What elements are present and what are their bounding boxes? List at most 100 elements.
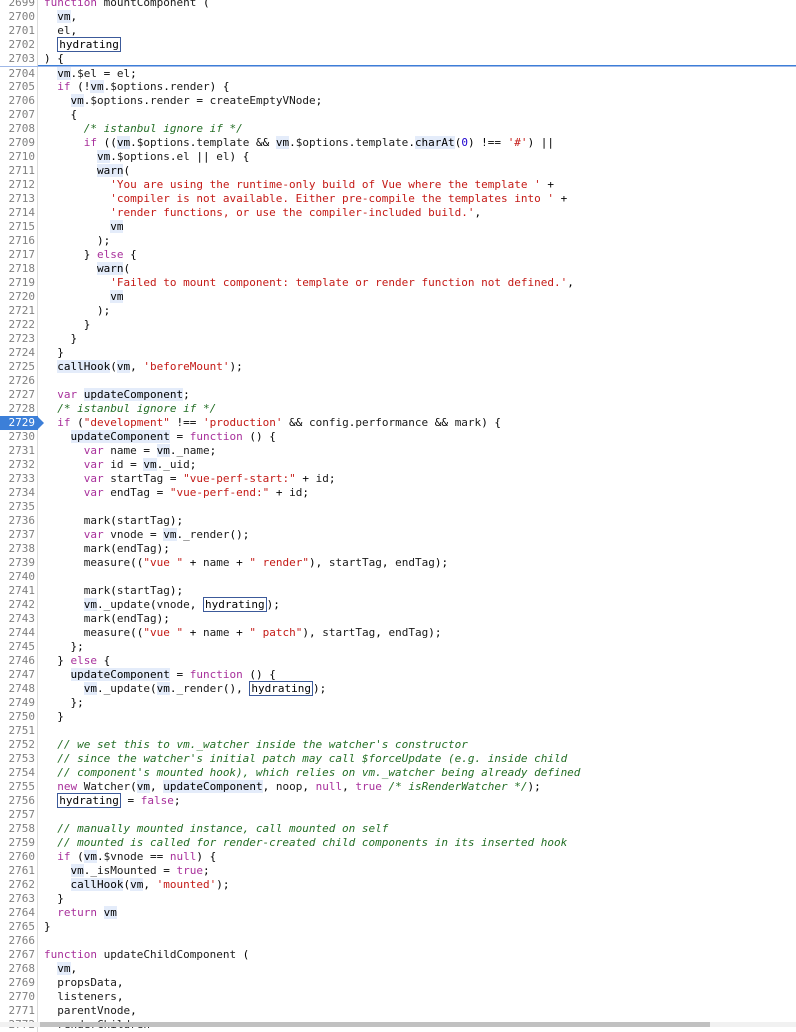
code-line[interactable]: 2758 // manually mounted instance, call … (0, 822, 796, 836)
line-number[interactable]: 2707 (0, 108, 38, 122)
code-line[interactable]: 2737 var vnode = vm._render(); (0, 528, 796, 542)
code-line[interactable]: 2712 'You are using the runtime-only bui… (0, 178, 796, 192)
line-number[interactable]: 2735 (0, 500, 38, 514)
code-editor[interactable]: 2699 function mountComponent (2700 vm, 270… (0, 0, 796, 1032)
code-line[interactable]: 2700 vm, (0, 10, 796, 24)
line-number[interactable]: 2738 (0, 542, 38, 556)
code-line[interactable]: 2728 /* istanbul ignore if */ (0, 402, 796, 416)
line-number[interactable]: 2751 (0, 724, 38, 738)
line-number[interactable]: 2743 (0, 612, 38, 626)
code-line[interactable]: 2763 } (0, 892, 796, 906)
line-number[interactable]: 2741 (0, 584, 38, 598)
code-line[interactable]: 2703) { (0, 52, 796, 66)
code-line[interactable]: 2730 updateComponent = function () { (0, 430, 796, 444)
code-line[interactable]: 2754 // component's mounted hook), which… (0, 766, 796, 780)
code-line[interactable]: 2759 // mounted is called for render-cre… (0, 836, 796, 850)
line-number[interactable]: 2753 (0, 752, 38, 766)
code-line[interactable]: 2769 propsData, (0, 976, 796, 990)
code-line[interactable]: 2740 (0, 570, 796, 584)
line-number[interactable]: 2718 (0, 262, 38, 276)
code-line[interactable]: 2752 // we set this to vm._watcher insid… (0, 738, 796, 752)
code-line[interactable]: 2735 (0, 500, 796, 514)
code-line[interactable]: 2764 return vm (0, 906, 796, 920)
line-number[interactable]: 2702 (0, 38, 38, 52)
line-number[interactable]: 2704 (0, 67, 38, 81)
line-number[interactable]: 2699 (0, 0, 38, 10)
breakpoint-line-number[interactable]: 2729 (0, 416, 44, 430)
code-line[interactable]: 2768 vm, (0, 962, 796, 976)
line-number[interactable]: 2759 (0, 836, 38, 850)
code-line[interactable]: 2722 } (0, 318, 796, 332)
scrollbar-thumb[interactable] (40, 1022, 710, 1027)
line-number[interactable]: 2736 (0, 514, 38, 528)
code-line[interactable]: 2711 warn( (0, 164, 796, 178)
code-line[interactable]: 2723 } (0, 332, 796, 346)
line-number[interactable]: 2724 (0, 346, 38, 360)
line-number[interactable]: 2770 (0, 990, 38, 1004)
code-line[interactable]: 2699 function mountComponent ( (0, 0, 796, 10)
line-number[interactable]: 2744 (0, 626, 38, 640)
line-number[interactable]: 2723 (0, 332, 38, 346)
code-line[interactable]: 2738 mark(endTag); (0, 542, 796, 556)
code-line[interactable]: 2756 hydrating = false; (0, 793, 796, 808)
code-line[interactable]: 2729 if ("development" !== 'production' … (0, 416, 796, 430)
code-line[interactable]: 2714 'render functions, or use the compi… (0, 206, 796, 220)
line-number[interactable]: 2709 (0, 136, 38, 150)
code-line[interactable]: 2766 (0, 934, 796, 948)
line-number[interactable]: 2716 (0, 234, 38, 248)
code-line[interactable]: 2715 vm (0, 220, 796, 234)
line-number[interactable]: 2750 (0, 710, 38, 724)
code-line[interactable]: 2726 (0, 374, 796, 388)
code-line[interactable]: 2767 function updateChildComponent ( (0, 948, 796, 962)
code-line[interactable]: 2717 } else { (0, 248, 796, 262)
code-line[interactable]: 2708 /* istanbul ignore if */ (0, 122, 796, 136)
line-number[interactable]: 2715 (0, 220, 38, 234)
code-line[interactable]: 2742 vm._update(vnode, hydrating); (0, 597, 796, 612)
code-line[interactable]: 2721 ); (0, 304, 796, 318)
code-line[interactable]: 2713 'compiler is not available. Either … (0, 192, 796, 206)
line-number[interactable]: 2734 (0, 486, 38, 500)
code-line[interactable]: 2734 var endTag = "vue-perf-end:" + id; (0, 486, 796, 500)
line-number[interactable]: 2764 (0, 906, 38, 920)
line-number[interactable]: 2754 (0, 766, 38, 780)
line-number[interactable]: 2732 (0, 458, 38, 472)
code-line[interactable]: 2770 listeners, (0, 990, 796, 1004)
line-number[interactable]: 2745 (0, 640, 38, 654)
line-number[interactable]: 2727 (0, 388, 38, 402)
code-line[interactable]: 2765} (0, 920, 796, 934)
code-line[interactable]: 2707 { (0, 108, 796, 122)
code-line[interactable]: 2727 var updateComponent; (0, 388, 796, 402)
line-number[interactable]: 2726 (0, 374, 38, 388)
code-line[interactable]: 2706 vm.$options.render = createEmptyVNo… (0, 94, 796, 108)
code-line[interactable]: 2733 var startTag = "vue-perf-start:" + … (0, 472, 796, 486)
code-line[interactable]: 2762 callHook(vm, 'mounted'); (0, 878, 796, 892)
line-number[interactable]: 2747 (0, 668, 38, 682)
line-number[interactable]: 2761 (0, 864, 38, 878)
code-line[interactable]: 2718 warn( (0, 262, 796, 276)
code-line[interactable]: 2741 mark(startTag); (0, 584, 796, 598)
line-number[interactable]: 2737 (0, 528, 38, 542)
line-number[interactable]: 2708 (0, 122, 38, 136)
code-line[interactable]: 2731 var name = vm._name; (0, 444, 796, 458)
code-line[interactable]: 2743 mark(endTag); (0, 612, 796, 626)
code-line[interactable]: 2761 vm._isMounted = true; (0, 864, 796, 878)
line-number[interactable]: 2712 (0, 178, 38, 192)
line-number[interactable]: 2705 (0, 80, 38, 94)
code-line[interactable]: 2771 parentVnode, (0, 1004, 796, 1018)
line-number[interactable]: 2710 (0, 150, 38, 164)
line-number[interactable]: 2733 (0, 472, 38, 486)
code-line[interactable]: 2710 vm.$options.el || el) { (0, 150, 796, 164)
line-number[interactable]: 2730 (0, 430, 38, 444)
horizontal-scrollbar[interactable] (0, 1022, 796, 1027)
line-number[interactable]: 2746 (0, 654, 38, 668)
code-line[interactable]: 2760 if (vm.$vnode == null) { (0, 850, 796, 864)
line-number[interactable]: 2757 (0, 808, 38, 822)
line-number[interactable]: 2714 (0, 206, 38, 220)
line-number[interactable]: 2739 (0, 556, 38, 570)
code-line[interactable]: 2704 vm.$el = el; (0, 66, 796, 81)
line-number[interactable]: 2758 (0, 822, 38, 836)
code-line[interactable]: 2739 measure(("vue " + name + " render")… (0, 556, 796, 570)
code-line[interactable]: 2732 var id = vm._uid; (0, 458, 796, 472)
line-number[interactable]: 2762 (0, 878, 38, 892)
line-number[interactable]: 2765 (0, 920, 38, 934)
